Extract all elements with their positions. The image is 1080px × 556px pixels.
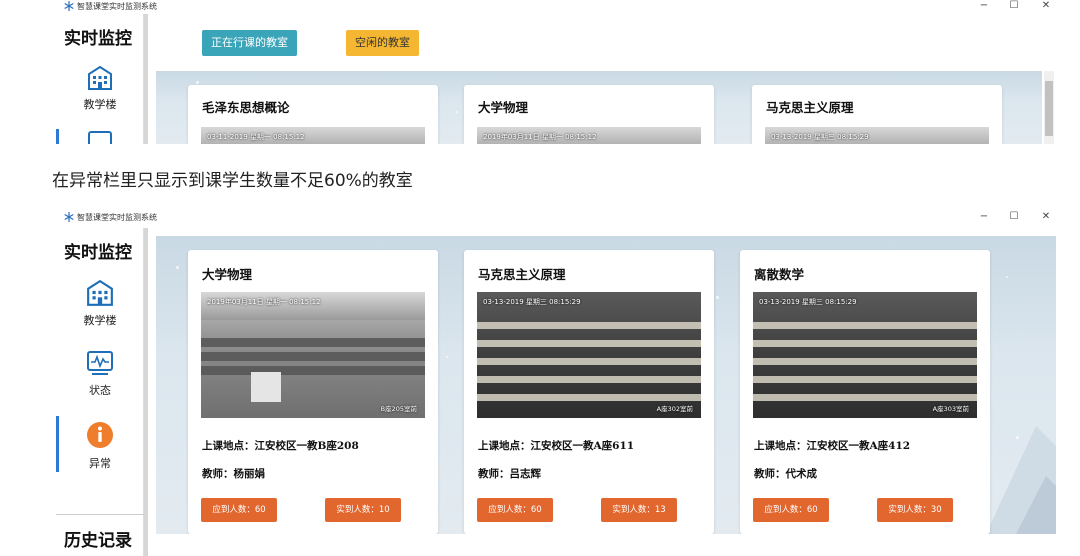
actual-count-button[interactable]: 实到人数：13 [601, 498, 677, 522]
classroom-card[interactable]: 大学物理 2019年03月11日 星期一 08:15:12 B座205室前 上课… [188, 250, 438, 534]
classroom-card[interactable]: 马克思主义原理 03-13-2019 星期三 08:15:29 [752, 85, 1002, 144]
classroom-photo: 03-11-2019 星期一 08:15:12 [201, 127, 425, 144]
caption-text: 在异常栏里只显示到课学生数量不足60%的教室 [52, 171, 413, 191]
classroom-photo: 03-13-2019 星期三 08:15:29 A座302室前 [477, 292, 701, 418]
building-icon [88, 65, 112, 90]
classroom-card[interactable]: 马克思主义原理 03-13-2019 星期三 08:15:29 A座302室前 … [464, 250, 714, 534]
sidebar-item-alert[interactable]: 异常 [56, 416, 144, 472]
expected-count-button[interactable]: 应到人数：60 [201, 498, 277, 522]
photo-timestamp: 2019年03月11日 星期一 08:15:12 [207, 298, 321, 306]
course-title: 离散数学 [754, 267, 805, 282]
top-window: 智慧课堂实时监测系统 − ☐ ✕ 实时监控 教学楼 正在行课的教室 空闲的教室 … [56, 0, 1062, 144]
snowflake-logo-icon [64, 1, 74, 11]
maximize-button[interactable]: ☐ [1006, 0, 1022, 12]
sidebar-item-status[interactable]: 状态 [56, 350, 144, 400]
sidebar-item-label: 教学楼 [83, 314, 117, 327]
pulse-icon [88, 131, 112, 144]
photo-room-tag: A座303室前 [932, 405, 969, 413]
course-title: 马克思主义原理 [478, 267, 566, 282]
location-text: 上课地点：江安校区一教A座412 [754, 440, 911, 452]
sidebar-title: 实时监控 [64, 29, 132, 49]
classroom-photo: 03-13-2019 星期三 08:15:29 A座303室前 [753, 292, 977, 418]
sidebar: 实时监控 教学楼 [56, 14, 144, 144]
sidebar-item-building[interactable]: 教学楼 [56, 279, 144, 330]
idle-classrooms-button[interactable]: 空闲的教室 [346, 30, 419, 56]
scrollbar[interactable] [1044, 71, 1054, 144]
app-title: 智慧课堂实时监测系统 [77, 213, 157, 222]
photo-timestamp: 03-13-2019 星期三 08:15:29 [759, 298, 857, 306]
minimize-button[interactable]: − [976, 211, 992, 223]
content-area: 大学物理 2019年03月11日 星期一 08:15:12 B座205室前 上课… [156, 236, 1056, 534]
alert-icon [87, 422, 113, 448]
course-title: 大学物理 [202, 267, 253, 282]
mountain-decoration [986, 426, 1056, 534]
sidebar-item-label: 教学楼 [83, 98, 117, 111]
course-title: 大学物理 [478, 100, 529, 115]
actual-count-button[interactable]: 实到人数：10 [325, 498, 401, 522]
scrollbar-thumb[interactable] [1045, 81, 1053, 136]
sidebar-separator [56, 514, 144, 515]
sidebar-item-building[interactable]: 教学楼 [56, 65, 144, 112]
course-title: 马克思主义原理 [766, 100, 854, 115]
classroom-photo: 2019年03月11日 星期一 08:15:12 B座205室前 [201, 292, 425, 418]
bottom-window: 智慧课堂实时监测系统 − ☐ ✕ 实时监控 教学楼 状态 异常 历史记录 大学物… [56, 208, 1062, 556]
expected-count-button[interactable]: 应到人数：60 [753, 498, 829, 522]
photo-timestamp: 03-11-2019 星期一 08:15:12 [207, 133, 305, 141]
sidebar-item-status[interactable] [56, 129, 144, 144]
photo-room-tag: A座302室前 [656, 405, 693, 413]
sidebar-divider [144, 14, 148, 144]
photo-room-tag: B座205室前 [380, 405, 417, 413]
sidebar-divider [144, 228, 148, 556]
sidebar-item-label: 异常 [89, 457, 111, 470]
app-title: 智慧课堂实时监测系统 [77, 2, 157, 11]
actual-count-button[interactable]: 实到人数：30 [877, 498, 953, 522]
building-icon [87, 279, 113, 306]
maximize-button[interactable]: ☐ [1006, 211, 1022, 223]
photo-timestamp: 03-13-2019 星期三 08:15:29 [483, 298, 581, 306]
classroom-photo: 03-13-2019 星期三 08:15:29 [765, 127, 989, 144]
minimize-button[interactable]: − [976, 0, 992, 12]
classroom-card[interactable]: 离散数学 03-13-2019 星期三 08:15:29 A座303室前 上课地… [740, 250, 990, 534]
close-button[interactable]: ✕ [1038, 211, 1054, 223]
classroom-card[interactable]: 毛泽东思想概论 03-11-2019 星期一 08:15:12 [188, 85, 438, 144]
snowflake-logo-icon [64, 212, 74, 222]
course-title: 毛泽东思想概论 [202, 100, 290, 115]
photo-timestamp: 03-13-2019 星期三 08:15:29 [771, 133, 869, 141]
content-area: 毛泽东思想概论 03-11-2019 星期一 08:15:12 大学物理 201… [156, 71, 1042, 144]
location-text: 上课地点：江安校区一教B座208 [202, 440, 359, 452]
pulse-icon [87, 351, 113, 375]
teacher-text: 教师：代术成 [754, 468, 817, 480]
sidebar-item-label: 状态 [89, 384, 111, 397]
history-nav-item[interactable]: 历史记录 [64, 526, 132, 551]
classroom-photo: 2019年03月11日 星期一 08:15:12 [477, 127, 701, 144]
title-bar: 智慧课堂实时监测系统 − ☐ ✕ [56, 211, 1062, 225]
photo-timestamp: 2019年03月11日 星期一 08:15:12 [483, 133, 597, 141]
sidebar-title: 实时监控 [64, 243, 132, 263]
expected-count-button[interactable]: 应到人数：60 [477, 498, 553, 522]
teacher-text: 教师：杨丽娟 [202, 468, 265, 480]
teacher-text: 教师：吕志辉 [478, 468, 541, 480]
ongoing-classrooms-button[interactable]: 正在行课的教室 [202, 30, 297, 56]
classroom-card[interactable]: 大学物理 2019年03月11日 星期一 08:15:12 [464, 85, 714, 144]
sidebar: 实时监控 教学楼 状态 异常 历史记录 [56, 228, 144, 556]
close-button[interactable]: ✕ [1038, 0, 1054, 12]
title-bar: 智慧课堂实时监测系统 − ☐ ✕ [56, 0, 1062, 14]
location-text: 上课地点：江安校区一教A座611 [478, 440, 635, 452]
